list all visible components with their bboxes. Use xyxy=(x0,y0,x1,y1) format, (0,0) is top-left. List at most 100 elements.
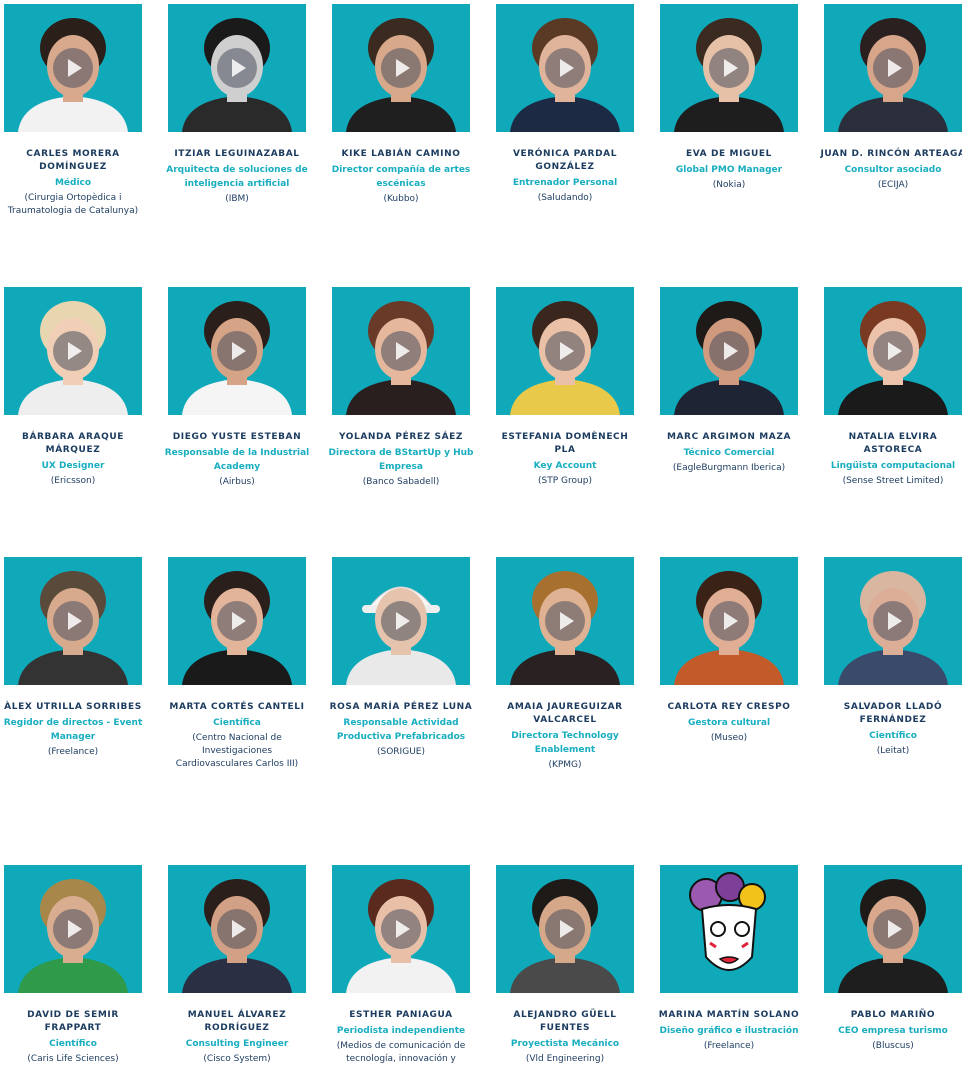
speaker-company: (Ericsson) xyxy=(50,476,96,486)
speaker-name: MARINA MARTÍN SOLANO xyxy=(658,1010,800,1020)
play-icon[interactable] xyxy=(217,331,257,371)
speaker-name: MANUEL ÁLVAREZ RODRÍGUEZ xyxy=(187,1010,287,1033)
play-icon[interactable] xyxy=(545,601,585,641)
speaker-photo-frame[interactable] xyxy=(824,557,962,685)
speaker-photo-frame[interactable] xyxy=(4,557,142,685)
play-icon[interactable] xyxy=(709,601,749,641)
speaker-photo-frame[interactable] xyxy=(4,4,142,132)
play-icon[interactable] xyxy=(545,331,585,371)
play-icon[interactable] xyxy=(873,601,913,641)
play-icon[interactable] xyxy=(545,48,585,88)
play-icon[interactable] xyxy=(545,909,585,949)
speaker-role: Diseño gráfico e ilustración xyxy=(659,1026,799,1036)
speaker-card[interactable]: ÀLEX UTRILLA SORRIBES Regidor de directos… xyxy=(0,557,149,759)
speaker-photo-frame[interactable] xyxy=(332,4,470,132)
speaker-photo-frame[interactable] xyxy=(660,287,798,415)
speaker-card[interactable]: JUAN D. RINCÓN ARTEAGA Consultor asociado… xyxy=(817,4,962,192)
speaker-card[interactable]: ESTHER PANIAGUA Periodista independiente (… xyxy=(325,865,477,1066)
speaker-company: (Sense Street Limited) xyxy=(842,476,944,486)
speaker-photo-frame[interactable] xyxy=(4,865,142,993)
speaker-card[interactable]: CARLOTA REY CRESPO Gestora cultural (Museo… xyxy=(653,557,805,745)
speaker-role: Responsable Actividad Productiva Prefabr… xyxy=(336,718,466,742)
speaker-name: AMAIA JAUREGUIZAR VALCARCEL xyxy=(507,702,623,725)
speaker-card[interactable]: CARLES MORERA DOMÍNGUEZ Médico (Cirurgia O… xyxy=(0,4,149,218)
speaker-card[interactable]: SALVADOR LLADÓ FERNÁNDEZ Científico (Leita… xyxy=(817,557,962,758)
speaker-role: Lingüista computacional xyxy=(830,461,956,471)
play-icon[interactable] xyxy=(873,331,913,371)
speaker-card[interactable]: ALEJANDRO GÜELL FUENTES Proyectista Mecán… xyxy=(489,865,641,1066)
speaker-name: ALEJANDRO GÜELL FUENTES xyxy=(513,1010,617,1033)
speaker-photo-frame[interactable] xyxy=(332,287,470,415)
speaker-name: ÀLEX UTRILLA SORRIBES xyxy=(4,702,142,712)
play-icon[interactable] xyxy=(709,48,749,88)
speaker-name: ROSA MARÍA PÉREZ LUNA xyxy=(329,702,473,712)
speaker-photo-frame[interactable] xyxy=(496,865,634,993)
play-icon[interactable] xyxy=(709,331,749,371)
speaker-company: (Freelance) xyxy=(47,747,99,757)
speaker-role: CEO empresa turismo xyxy=(838,1026,948,1036)
speaker-photo-frame[interactable] xyxy=(496,287,634,415)
speaker-company: (Kubbo) xyxy=(383,194,419,204)
speaker-company: (KPMG) xyxy=(548,760,582,770)
speaker-photo-frame[interactable] xyxy=(496,4,634,132)
play-icon[interactable] xyxy=(53,909,93,949)
speaker-card[interactable]: DIEGO YUSTE ESTEBAN Responsable de la Ind… xyxy=(161,287,313,489)
speaker-card[interactable]: BÁRBARA ARAQUE MÁRQUEZ UX Designer (Ericss… xyxy=(0,287,149,488)
speaker-photo-frame[interactable] xyxy=(824,287,962,415)
speaker-photo-frame[interactable] xyxy=(168,865,306,993)
speaker-name: ITZIAR LEGUINAZABAL xyxy=(174,149,300,159)
speaker-role: Científico xyxy=(869,731,917,741)
speaker-company: (Cisco System) xyxy=(203,1054,271,1064)
speaker-card[interactable]: ITZIAR LEGUINAZABAL Arquitecta de solucio… xyxy=(161,4,313,206)
speaker-card[interactable]: ESTEFANIA DOMÈNECH PLA Key Account (STP Gr… xyxy=(489,287,641,488)
speaker-card[interactable]: MARTA CORTÉS CANTELI Científica (Centro Na… xyxy=(161,557,313,771)
speaker-photo-frame[interactable] xyxy=(824,4,962,132)
speaker-photo-frame[interactable] xyxy=(168,287,306,415)
speaker-photo-frame[interactable] xyxy=(660,4,798,132)
speaker-role: Responsable de la Industrial Academy xyxy=(164,448,310,472)
speaker-card[interactable]: AMAIA JAUREGUIZAR VALCARCEL Directora Tec… xyxy=(489,557,641,772)
speaker-card[interactable]: MARINA MARTÍN SOLANO Diseño gráfico e ilu… xyxy=(653,865,805,1053)
speaker-photo-frame[interactable] xyxy=(824,865,962,993)
speaker-photo-frame[interactable] xyxy=(660,865,798,993)
speaker-photo-frame[interactable] xyxy=(168,557,306,685)
speaker-card[interactable]: EVA DE MIGUEL Global PMO Manager (Nokia) xyxy=(653,4,805,192)
speaker-company: (Vld Engineering) xyxy=(525,1054,605,1064)
play-icon[interactable] xyxy=(217,48,257,88)
speaker-card[interactable]: YOLANDA PÉREZ SÁEZ Directora de BStartUp … xyxy=(325,287,477,489)
play-icon[interactable] xyxy=(381,909,421,949)
play-icon[interactable] xyxy=(381,48,421,88)
speaker-photo-frame[interactable] xyxy=(496,557,634,685)
speaker-photo-frame[interactable] xyxy=(332,557,470,685)
speaker-role: Key Account xyxy=(533,461,597,471)
play-icon[interactable] xyxy=(381,601,421,641)
speaker-card[interactable]: PABLO MARIÑO CEO empresa turismo (Bluscus) xyxy=(817,865,962,1053)
speaker-card[interactable]: ROSA MARÍA PÉREZ LUNA Responsable Activid… xyxy=(325,557,477,759)
speaker-card[interactable]: MANUEL ÁLVAREZ RODRÍGUEZ Consulting Engin… xyxy=(161,865,313,1066)
speaker-role: Proyectista Mecánico xyxy=(510,1039,620,1049)
play-icon[interactable] xyxy=(217,909,257,949)
play-icon[interactable] xyxy=(53,331,93,371)
play-icon[interactable] xyxy=(217,601,257,641)
speaker-card[interactable]: VERÓNICA PARDAL GONZÁLEZ Entrenador Perso… xyxy=(489,4,641,205)
speaker-card[interactable]: KIKE LABIÁN CAMINO Director compañía de a… xyxy=(325,4,477,206)
speaker-role: UX Designer xyxy=(41,461,105,471)
speaker-photo-frame[interactable] xyxy=(332,865,470,993)
speaker-name: DIEGO YUSTE ESTEBAN xyxy=(172,432,302,442)
speaker-card[interactable]: NATALIA ELVIRA ASTORECA Lingüista computa… xyxy=(817,287,962,488)
speaker-name: SALVADOR LLADÓ FERNÁNDEZ xyxy=(843,702,943,725)
play-icon[interactable] xyxy=(53,601,93,641)
speaker-photo-frame[interactable] xyxy=(4,287,142,415)
play-icon[interactable] xyxy=(381,331,421,371)
speaker-card[interactable]: MARC ARGIMON MAZA Técnico Comercial (Eagle… xyxy=(653,287,805,475)
speaker-photo-frame[interactable] xyxy=(660,557,798,685)
speaker-card[interactable]: DAVID DE SEMIR FRAPPART Científico (Caris … xyxy=(0,865,149,1066)
speaker-name: CARLES MORERA DOMÍNGUEZ xyxy=(26,149,120,172)
play-icon[interactable] xyxy=(53,48,93,88)
play-icon[interactable] xyxy=(873,48,913,88)
play-icon[interactable] xyxy=(873,909,913,949)
speaker-name: MARTA CORTÉS CANTELI xyxy=(169,702,305,712)
speaker-photo-frame[interactable] xyxy=(168,4,306,132)
speaker-company: (Nokia) xyxy=(712,180,746,190)
speaker-company: (Cirurgia Ortopèdica i Traumatologia de … xyxy=(7,193,139,216)
